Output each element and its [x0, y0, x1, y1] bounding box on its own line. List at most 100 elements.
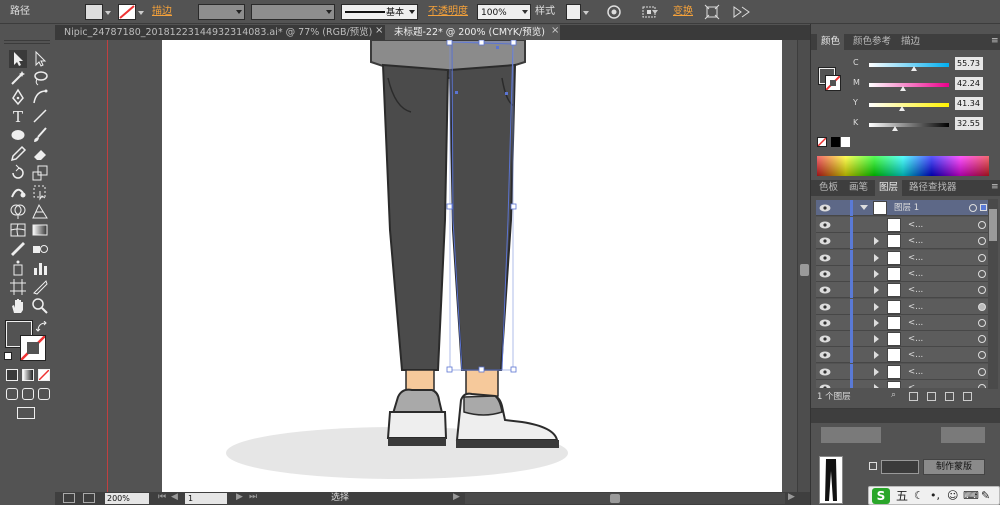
target-icon[interactable]	[978, 384, 986, 388]
expand-arrow-icon[interactable]	[874, 335, 879, 344]
new-layer-icon[interactable]	[945, 392, 954, 401]
none-swatch[interactable]	[817, 137, 827, 147]
eyedropper-tool-icon[interactable]	[9, 240, 27, 258]
opacity-label[interactable]: 不透明度	[428, 4, 468, 20]
eye-icon[interactable]	[819, 203, 831, 213]
clipping-mask-icon[interactable]	[909, 392, 918, 401]
scale-tool-icon[interactable]	[31, 164, 49, 182]
tab-swatches[interactable]: 色板	[815, 180, 842, 196]
rotate-tool-icon[interactable]	[9, 164, 27, 182]
variable-width-dropdown[interactable]	[251, 4, 335, 20]
expand-arrow-icon[interactable]	[874, 237, 879, 246]
column-graph-tool-icon[interactable]	[31, 259, 49, 277]
share-icon[interactable]	[83, 493, 95, 503]
stroke-weight-dropdown[interactable]	[198, 4, 245, 20]
draw-normal-icon[interactable]	[6, 388, 18, 400]
expand-arrow-icon[interactable]	[874, 351, 879, 360]
slider-thumb[interactable]	[899, 106, 906, 111]
settings-icon[interactable]: ✎	[981, 487, 990, 505]
pencil-tool-icon[interactable]	[9, 145, 27, 163]
sublayer-row[interactable]: <...	[816, 233, 991, 250]
expand-arrow-icon[interactable]	[874, 269, 879, 278]
color-spectrum[interactable]	[817, 156, 989, 176]
color-mode-button[interactable]	[6, 369, 18, 381]
channel-slider[interactable]	[869, 123, 949, 127]
eye-icon[interactable]	[819, 236, 831, 246]
sublayer-row[interactable]: <...	[816, 298, 991, 315]
swap-arrow-icon[interactable]	[36, 321, 48, 333]
slice-tool-icon[interactable]	[31, 278, 49, 296]
tab-color[interactable]: 颜色	[817, 34, 845, 50]
curvature-tool-icon[interactable]	[31, 88, 49, 106]
eye-icon[interactable]	[819, 334, 831, 344]
horizontal-scrollbar[interactable]	[465, 493, 785, 504]
new-sublayer-icon[interactable]	[927, 392, 936, 401]
sublayer-row[interactable]: <...	[816, 282, 991, 299]
transform-label[interactable]: 变换	[673, 4, 693, 20]
tab-nipic-document[interactable]: Nipic_24787180_20181223144932314083.ai* …	[55, 25, 375, 40]
channel-value-input[interactable]: 41.34	[955, 97, 983, 110]
opacity-dropdown[interactable]	[941, 427, 985, 443]
eye-icon[interactable]	[819, 318, 831, 328]
delete-layer-icon[interactable]	[963, 392, 972, 401]
tab-color-guide[interactable]: 颜色参考	[849, 34, 895, 50]
panel-menu-icon[interactable]	[731, 4, 751, 20]
blend-mode-dropdown[interactable]	[821, 427, 881, 443]
eye-icon[interactable]	[819, 350, 831, 360]
locate-object-icon[interactable]: ⌕	[891, 390, 896, 400]
fill-swatch[interactable]	[85, 4, 111, 20]
scroll-right-icon[interactable]: ▶	[788, 492, 795, 502]
blend-tool-icon[interactable]	[31, 240, 49, 258]
stroke-swatch[interactable]	[118, 4, 144, 20]
brush-dropdown[interactable]: 基本	[341, 4, 418, 20]
draw-inside-icon[interactable]	[38, 388, 50, 400]
ellipse-tool-icon[interactable]	[9, 126, 27, 144]
tab-stroke[interactable]: 描边	[897, 34, 924, 50]
channel-slider[interactable]	[869, 83, 949, 87]
type-tool-icon[interactable]: T	[9, 107, 27, 125]
stroke-color-box[interactable]	[825, 75, 841, 91]
layer-row-main[interactable]: 图层 1	[816, 200, 991, 216]
target-icon[interactable]	[969, 204, 977, 212]
expand-arrow-icon[interactable]	[874, 302, 879, 311]
style-swatch[interactable]	[566, 4, 589, 20]
layers-scrollbar[interactable]	[988, 199, 998, 389]
last-artboard-icon[interactable]: ⏭	[249, 492, 257, 502]
target-icon[interactable]	[978, 351, 986, 360]
link-icon[interactable]	[869, 462, 877, 470]
make-mask-button[interactable]: 制作蒙版	[923, 459, 985, 475]
sublayer-row[interactable]: <...	[816, 249, 991, 266]
eye-icon[interactable]	[819, 269, 831, 279]
gradient-mode-button[interactable]	[22, 369, 34, 381]
white-swatch[interactable]	[841, 137, 850, 147]
eye-icon[interactable]	[819, 383, 831, 388]
black-swatch[interactable]	[831, 137, 840, 147]
isolate-icon[interactable]	[704, 4, 720, 20]
tab-pathfinder[interactable]: 路径查找器	[905, 180, 961, 196]
warp-tool-icon[interactable]	[9, 183, 27, 201]
ime-toolbar[interactable]: S 五 ☾ •, ☺ ⌨ ✎	[868, 486, 1000, 505]
channel-value-input[interactable]: 32.55	[955, 117, 983, 130]
opacity-input[interactable]: 100%	[477, 4, 531, 20]
eye-icon[interactable]	[819, 285, 831, 295]
symbol-sprayer-tool-icon[interactable]	[9, 259, 27, 277]
target-icon[interactable]	[978, 318, 986, 327]
expand-arrow-icon[interactable]	[874, 367, 879, 376]
status-menu-icon[interactable]: ▶	[453, 492, 460, 502]
sublayer-row[interactable]: <...	[816, 265, 991, 282]
target-icon[interactable]	[978, 221, 986, 229]
expand-arrow-icon[interactable]	[874, 253, 879, 262]
next-artboard-icon[interactable]: ▶	[236, 492, 243, 502]
target-icon[interactable]	[978, 367, 986, 376]
selection-tool-icon[interactable]	[9, 50, 27, 68]
recolor-icon[interactable]	[606, 4, 622, 20]
artboard-number-input[interactable]: 1	[185, 493, 227, 504]
tab-brushes[interactable]: 画笔	[845, 180, 872, 196]
stroke-color-box[interactable]	[20, 335, 46, 361]
sublayer-row[interactable]: <...	[816, 347, 991, 364]
perspective-grid-tool-icon[interactable]	[31, 202, 49, 220]
gradient-tool-icon[interactable]	[31, 221, 49, 239]
target-icon[interactable]	[978, 269, 986, 278]
pasteboard[interactable]	[55, 40, 797, 492]
expand-arrow-icon[interactable]	[874, 384, 879, 388]
